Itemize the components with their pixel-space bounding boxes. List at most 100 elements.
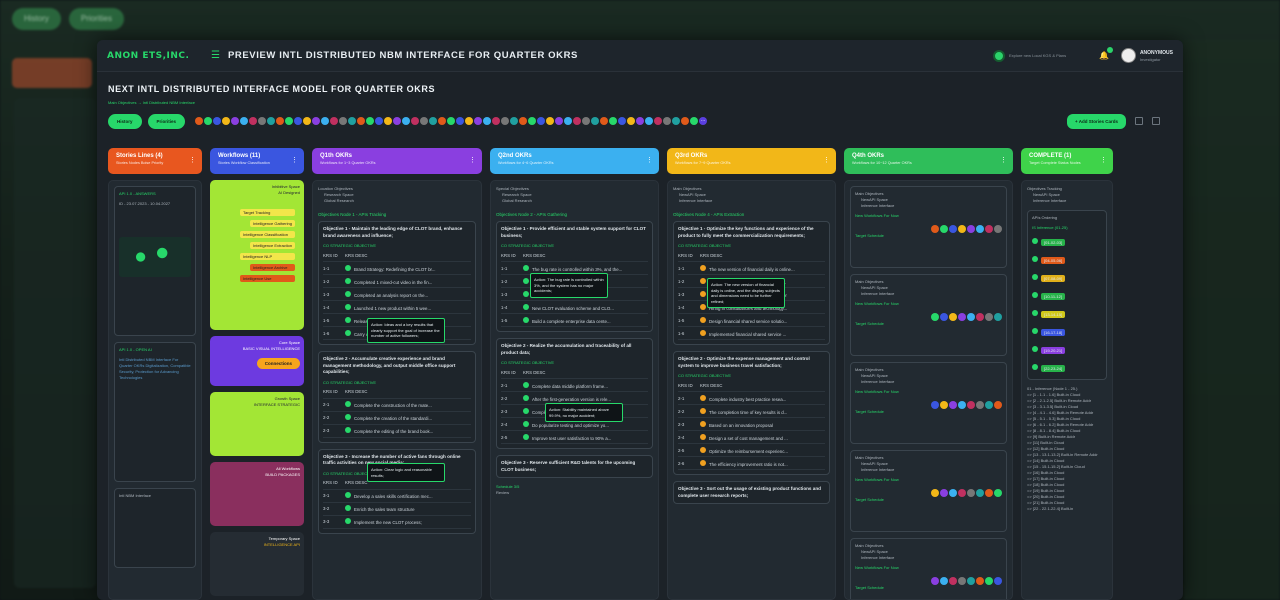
board-view-icon[interactable] (1135, 117, 1143, 125)
avatar[interactable] (393, 117, 402, 125)
avatar[interactable] (411, 117, 420, 125)
avatar[interactable] (940, 489, 948, 497)
avatar[interactable] (618, 117, 627, 125)
more-icon[interactable]: ⋮ (646, 156, 653, 164)
kr-row[interactable]: 1-4 Launched 1 new product within 5 wee..… (323, 301, 471, 314)
objective-card[interactable]: Objective 3 - Sort out the usage of exis… (673, 481, 830, 504)
kr-row[interactable]: 2-5 Improve test user satisfaction to 90%… (501, 431, 648, 444)
column-header[interactable]: Q2nd OKRs Workflows for 4~6 Quarter OKRs ⋮ (490, 148, 659, 174)
kr-row[interactable]: 1-5 Design financial shared service solut… (678, 314, 825, 327)
workflow-card-core[interactable]: Core Space BASIC VISUAL INTELLIGENCE Con… (210, 336, 304, 386)
avatar[interactable] (967, 225, 975, 233)
avatar[interactable] (501, 117, 510, 125)
kr-row[interactable]: 1-5 Build a complete enterprise data cent… (501, 314, 648, 327)
kr-row[interactable]: 2-5 Optimize the reimbursement experienc.… (678, 444, 825, 457)
avatar[interactable] (958, 225, 966, 233)
kr-row[interactable]: 2-3 Based on an innovation proposal (678, 418, 825, 431)
kr-row[interactable]: 1-1 Brand Strategy: Redefining the CLOT b… (323, 262, 471, 275)
more-icon[interactable]: ⋮ (823, 156, 830, 164)
history-button[interactable]: History (108, 113, 142, 129)
avatar[interactable] (573, 117, 582, 125)
avatar[interactable] (967, 401, 975, 409)
avatar[interactable] (967, 313, 975, 321)
avatar[interactable] (931, 577, 939, 585)
avatar[interactable] (1120, 48, 1136, 63)
pill-row[interactable]: [04-05-06] (1032, 249, 1102, 267)
column-header[interactable]: Q4th OKRs Workflows for 10~12 Quarter OKR… (844, 148, 1013, 174)
story-card[interactable]: Intl NBM Interface (114, 488, 196, 568)
avatar[interactable] (582, 117, 591, 125)
more-icon[interactable]: ⋮ (469, 156, 476, 164)
avatar[interactable] (636, 117, 645, 125)
avatar[interactable] (940, 225, 948, 233)
workflow-card-growth[interactable]: Growth Space INTERFACE STRATEGIC (210, 392, 304, 456)
avatar[interactable] (985, 577, 993, 585)
q4-objective-card[interactable]: Main Objectives NewAPI Space Inference Int… (850, 450, 1007, 532)
avatar[interactable] (249, 117, 258, 125)
flow-step[interactable]: Intelligence Use (240, 275, 296, 282)
member-avatars[interactable]: ... (195, 117, 1061, 125)
search-icon[interactable] (992, 49, 1005, 62)
kr-row[interactable]: 2-6 The efficiency improvement ratio is n… (678, 457, 825, 470)
breadcrumb[interactable]: Main Objectives → Intl Distributed NBM I… (108, 100, 1172, 105)
avatar[interactable] (204, 117, 213, 125)
avatar[interactable] (312, 117, 321, 125)
avatar[interactable] (645, 117, 654, 125)
avatar[interactable] (967, 489, 975, 497)
avatar[interactable] (994, 489, 1002, 497)
avatar[interactable] (976, 225, 984, 233)
avatar[interactable] (663, 117, 672, 125)
avatar[interactable] (420, 117, 429, 125)
avatar[interactable] (231, 117, 240, 125)
avatar[interactable] (294, 117, 303, 125)
pill-row[interactable]: [22-23-24] (1032, 357, 1102, 375)
avatar[interactable] (994, 313, 1002, 321)
avatar[interactable] (681, 117, 690, 125)
avatar[interactable] (438, 117, 447, 125)
avatar[interactable] (384, 117, 393, 125)
avatar[interactable] (564, 117, 573, 125)
kr-row[interactable]: 3-3 Implement the new CLOT process; (323, 516, 471, 529)
more-icon[interactable]: ⋮ (1100, 156, 1107, 164)
more-avatars-icon[interactable]: ... (699, 117, 708, 125)
q4-objective-card[interactable]: Main Objectives NewAPI Space Inference Int… (850, 186, 1007, 268)
workflow-card-temporary[interactable]: Temporary Space INTELLIGENCE API (210, 532, 304, 596)
pill-row[interactable]: [13-14-15] (1032, 303, 1102, 321)
avatar[interactable] (976, 313, 984, 321)
avatar[interactable] (474, 117, 483, 125)
avatar[interactable] (940, 577, 948, 585)
avatar[interactable] (555, 117, 564, 125)
kr-row[interactable]: 3-1 Develop a sales skills certification … (323, 490, 471, 503)
avatar[interactable] (465, 117, 474, 125)
objective-card[interactable]: Objective 2 - Realize the accumulation a… (496, 338, 653, 449)
avatar[interactable] (976, 577, 984, 585)
more-icon[interactable]: ⋮ (1000, 156, 1007, 164)
kr-row[interactable]: 2-2 The completion time of key results is… (678, 405, 825, 418)
workflow-link[interactable]: New Workflows For Now (855, 213, 1002, 219)
kr-row[interactable]: 2-1 Complete industry best practice resea… (678, 392, 825, 405)
avatar[interactable] (447, 117, 456, 125)
avatar[interactable] (976, 401, 984, 409)
story-card[interactable]: API 1.0 - OPEN AI Intl Distributed NBM I… (114, 342, 196, 482)
menu-icon[interactable]: ☰ (211, 50, 220, 61)
column-header[interactable]: Q1th OKRs Workflows for 1~3 Quarter OKRs ⋮ (312, 148, 482, 174)
avatar[interactable] (940, 313, 948, 321)
connections-button[interactable]: Connections (256, 358, 300, 369)
avatar[interactable] (528, 117, 537, 125)
avatar[interactable] (303, 117, 312, 125)
avatar[interactable] (994, 225, 1002, 233)
objective-card[interactable]: Objective 2 - Accumulate creative experi… (318, 351, 476, 443)
avatar[interactable] (949, 489, 957, 497)
avatar[interactable] (949, 313, 957, 321)
avatar[interactable] (958, 313, 966, 321)
avatar[interactable] (654, 117, 663, 125)
pill-row[interactable]: [01-02-03] (1032, 231, 1102, 249)
flow-step[interactable]: Intelligence Extraction (250, 242, 296, 249)
objective-card[interactable]: Objective 2 - Optimize the expense manag… (673, 351, 830, 475)
user-info[interactable]: ANONYMOUS Investigator (1140, 50, 1173, 62)
workflow-card-all[interactable]: All Workflows BUILD PACKAGES (210, 462, 304, 526)
avatar[interactable] (366, 117, 375, 125)
pill-row[interactable]: [19-20-21] (1032, 339, 1102, 357)
flow-step[interactable]: Intelligence Gathering (250, 220, 296, 227)
avatar[interactable] (931, 489, 939, 497)
